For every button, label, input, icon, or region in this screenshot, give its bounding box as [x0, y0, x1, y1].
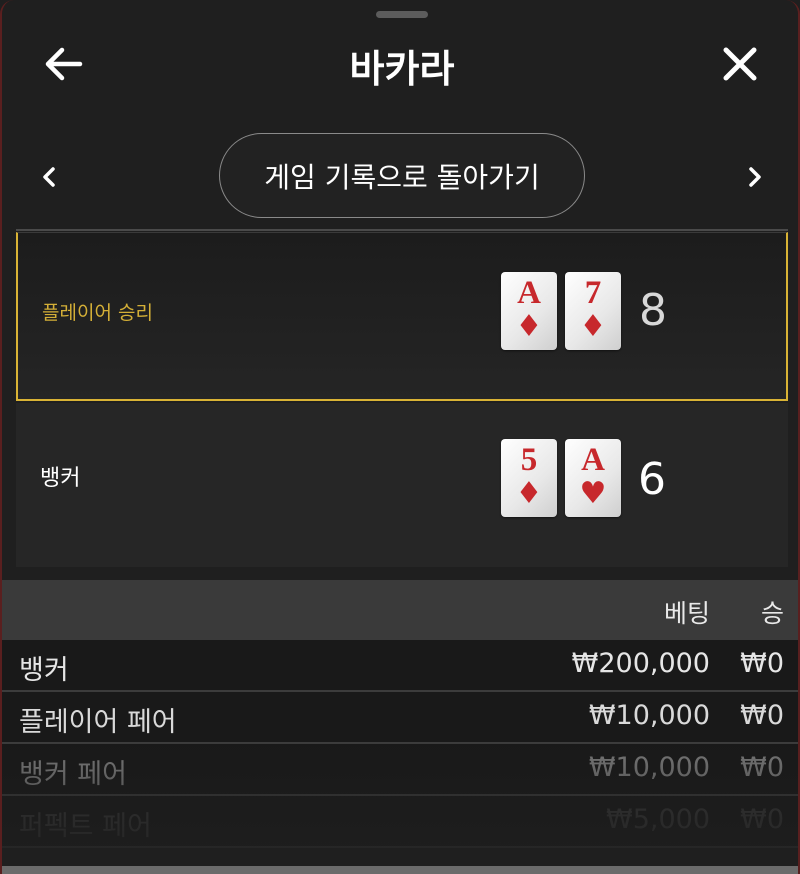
bets-table-header: 베팅 승: [2, 580, 798, 640]
bet-amount: ₩10,000: [588, 752, 710, 783]
back-to-history-button[interactable]: 게임 기록으로 돌아가기: [219, 133, 585, 218]
drag-handle[interactable]: [376, 11, 428, 18]
bet-name: 뱅커 페어: [19, 759, 127, 790]
player-score: 8: [639, 285, 667, 336]
bet-amount: ₩5,000: [606, 804, 710, 835]
banker-score: 6: [638, 454, 666, 505]
close-icon: [723, 47, 757, 81]
chevron-left-icon: [43, 167, 55, 187]
playing-card: A ♥: [565, 439, 621, 517]
bet-name: 플레이어 페어: [19, 707, 177, 738]
page-title: 바카라: [349, 47, 455, 91]
player-hand-label: 플레이어 승리: [42, 302, 153, 324]
divider: [16, 229, 788, 231]
card-rank: A: [581, 442, 605, 478]
playing-card: 5 ♦: [501, 439, 557, 517]
bets-table: 베팅 승 뱅커 ₩200,000 ₩0 플레이어 페어 ₩10,000 ₩0 뱅…: [2, 580, 798, 848]
bet-name: 퍼펙트 페어: [19, 811, 152, 842]
table-row: 플레이어 페어 ₩10,000 ₩0: [2, 692, 798, 744]
next-round-button[interactable]: [740, 160, 770, 194]
card-rank: 7: [584, 275, 602, 311]
win-amount: ₩0: [740, 700, 784, 731]
diamond-icon: ♦: [579, 309, 607, 344]
column-header-bet: 베팅: [663, 599, 710, 628]
playing-card: 7 ♦: [565, 272, 621, 350]
diamond-icon: ♦: [515, 476, 543, 511]
playing-card: A ♦: [501, 272, 557, 350]
bet-amount: ₩200,000: [571, 648, 710, 679]
win-amount: ₩0: [740, 752, 784, 783]
card-rank: 5: [520, 442, 538, 478]
previous-round-button[interactable]: [34, 160, 64, 194]
card-rank: A: [517, 275, 541, 311]
win-amount: ₩0: [740, 804, 784, 835]
banker-hand: 뱅커 5 ♦ A ♥ 6: [16, 403, 788, 567]
table-row: 뱅커 페어 ₩10,000 ₩0: [2, 744, 798, 796]
close-button[interactable]: [718, 42, 762, 86]
column-header-win: 승: [760, 599, 784, 628]
bottom-edge: [2, 866, 798, 874]
win-amount: ₩0: [740, 648, 784, 679]
game-history-panel: 바카라 게임 기록으로 돌아가기 플레이어 승리 A ♦ 7 ♦ 8 뱅커 5: [0, 0, 800, 874]
table-row: 뱅커 ₩200,000 ₩0: [2, 640, 798, 692]
bet-amount: ₩10,000: [588, 700, 710, 731]
chevron-right-icon: [749, 167, 761, 187]
bet-name: 뱅커: [19, 655, 69, 686]
table-row: 퍼펙트 페어 ₩5,000 ₩0: [2, 796, 798, 848]
player-hand: 플레이어 승리 A ♦ 7 ♦ 8: [16, 232, 788, 401]
banker-hand-label: 뱅커: [40, 466, 81, 491]
heart-icon: ♥: [579, 476, 607, 511]
diamond-icon: ♦: [515, 309, 543, 344]
